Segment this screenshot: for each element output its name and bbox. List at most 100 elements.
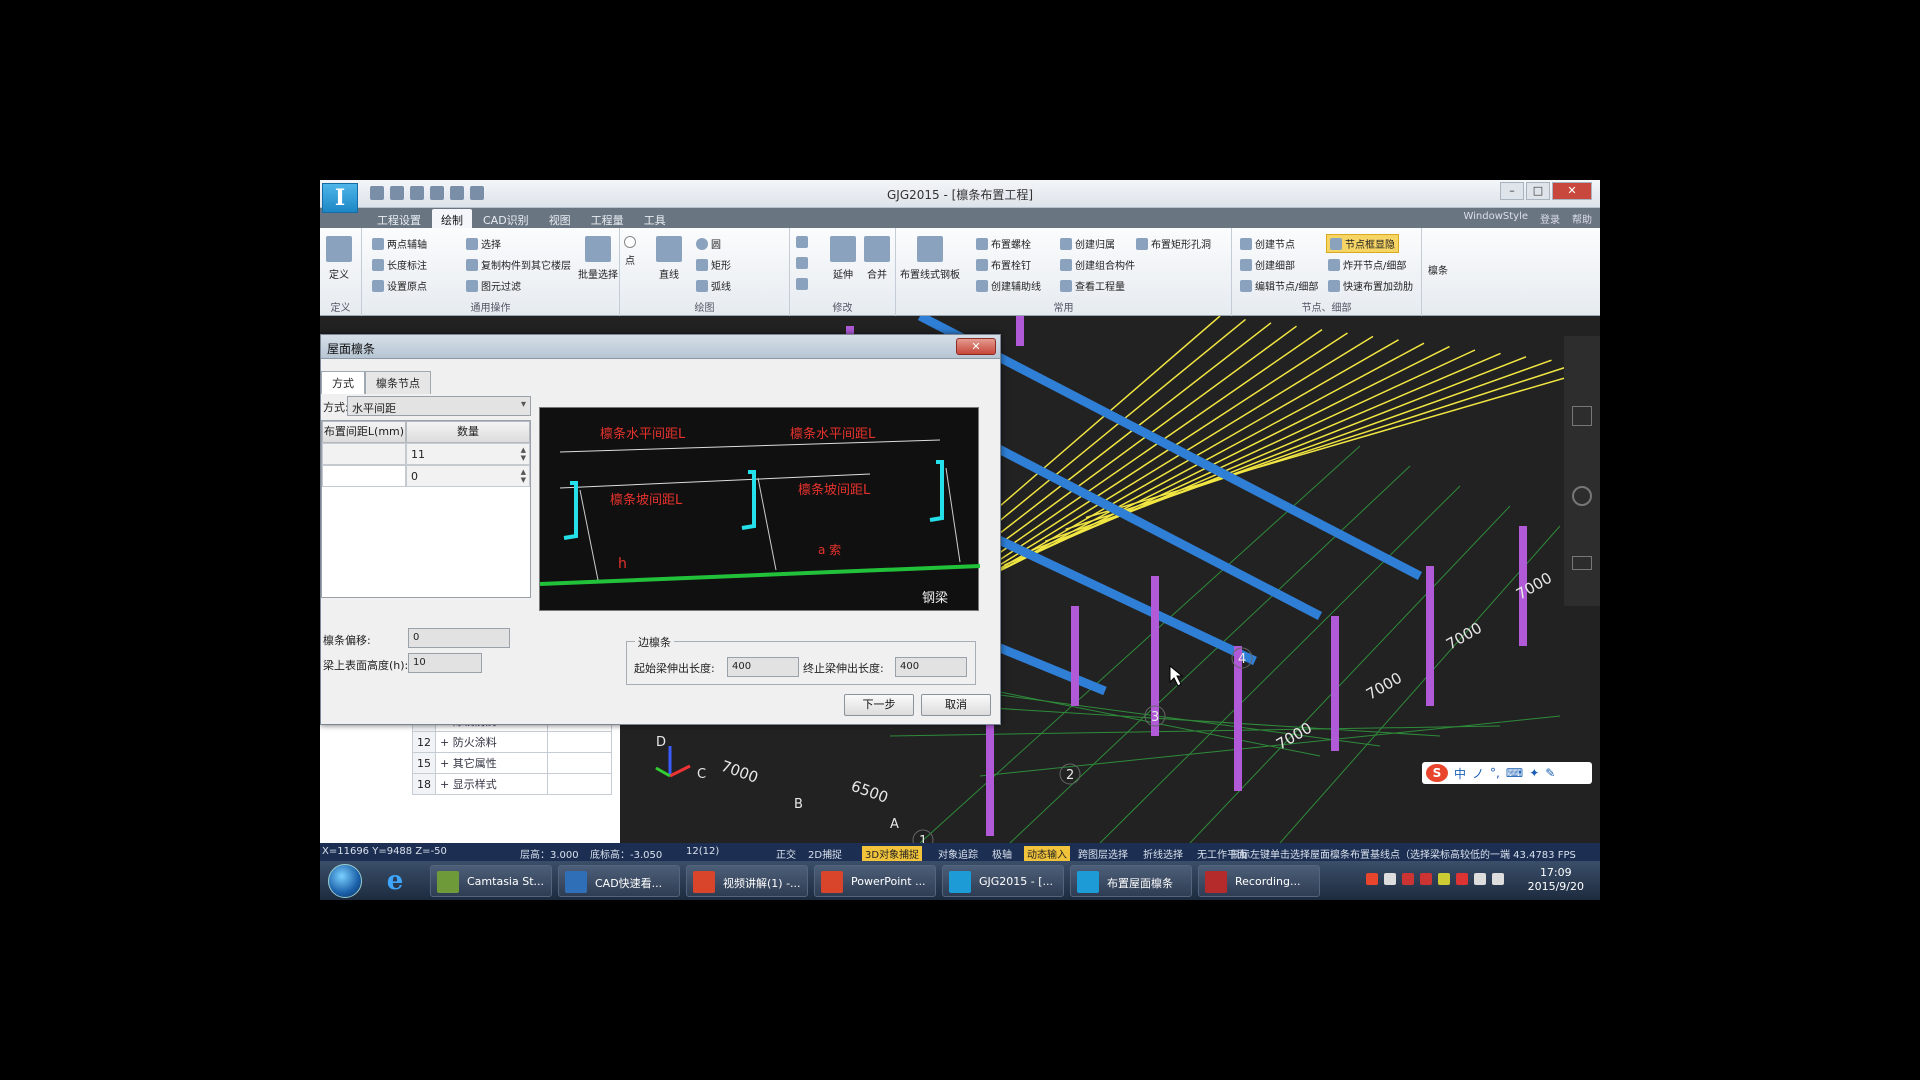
grid-row2-spacing[interactable] [322, 465, 406, 487]
volume-icon[interactable] [1492, 873, 1504, 885]
status-toggle[interactable]: 动态输入 [1024, 846, 1070, 861]
rect-hole-button[interactable]: 布置矩形孔洞 [1136, 236, 1211, 251]
network-icon[interactable] [1474, 873, 1486, 885]
two-point-axis-button[interactable]: 两点辅轴 [372, 236, 427, 251]
place-bolt-button[interactable]: 布置螺栓 [976, 236, 1031, 251]
grid-row2-count[interactable]: 0 ▲ ▼ [406, 465, 530, 487]
quick-stiffener-button[interactable]: 快速布置加劲肋 [1328, 278, 1413, 293]
status-toggle[interactable]: 对象追踪 [938, 846, 978, 861]
ime-punct[interactable]: °, [1490, 766, 1500, 780]
qq-tray-icon[interactable] [1402, 873, 1414, 885]
move-tool-button[interactable] [796, 278, 808, 290]
shield-icon[interactable] [1456, 873, 1468, 885]
show-hidden-icon[interactable] [1384, 873, 1396, 885]
create-detail-button[interactable]: 创建细部 [1240, 257, 1295, 272]
offset-input[interactable]: 0 [408, 628, 510, 648]
property-name[interactable]: + 其它属性 [435, 752, 548, 774]
element-filter-button[interactable]: 图元过滤 [466, 278, 521, 293]
create-node-button[interactable]: 创建节点 [1240, 236, 1295, 251]
length-dimension-button[interactable]: 长度标注 [372, 257, 427, 272]
window-style-menu[interactable]: WindowStyle [1463, 211, 1528, 226]
status-toggle[interactable]: 折线选择 [1143, 846, 1183, 861]
start-button[interactable] [328, 864, 362, 898]
internet-explorer-icon[interactable]: e [382, 868, 408, 894]
ime-toolbar[interactable]: S 中 ノ °, ⌨ ✦ ✎ [1422, 762, 1592, 784]
line-button[interactable]: 直线 [656, 236, 682, 281]
next-step-button[interactable]: 下一步 [844, 694, 914, 716]
start-extend-input[interactable]: 400 [727, 657, 799, 677]
taskbar-item[interactable]: Camtasia St... [430, 865, 552, 897]
expand-icon[interactable]: + [440, 736, 453, 749]
create-auxline-button[interactable]: 创建辅助线 [976, 278, 1041, 293]
taskbar-item[interactable]: 视频讲解(1) -... [686, 865, 808, 897]
arc-button[interactable]: 弧线 [696, 278, 731, 293]
tab-mode[interactable]: 方式 [321, 371, 365, 394]
ime-tools[interactable]: ✎ [1545, 766, 1555, 780]
mode-select[interactable]: 水平间距 [347, 396, 531, 416]
status-toggle[interactable]: 跨图层选择 [1078, 846, 1128, 861]
set-origin-button[interactable]: 设置原点 [372, 278, 427, 293]
property-value[interactable] [547, 731, 612, 753]
taskbar-item[interactable]: CAD快速看... [558, 865, 680, 897]
place-stud-button[interactable]: 布置栓钉 [976, 257, 1031, 272]
tab-purlin-node[interactable]: 檩条节点 [365, 371, 431, 394]
grid-row1-count[interactable]: 11 ▲ ▼ [406, 443, 530, 465]
select-button[interactable]: 选择 [466, 236, 501, 251]
pen-tool-button[interactable] [796, 236, 808, 248]
copy-to-floor-button[interactable]: 复制构件到其它楼层 [466, 257, 571, 272]
steel-deck-button[interactable]: 布置线式钢板 [900, 236, 960, 281]
taskbar-item[interactable]: PowerPoint ... [814, 865, 936, 897]
ime-keyboard[interactable]: ⌨ [1506, 766, 1523, 780]
layers-icon[interactable] [1572, 556, 1592, 570]
ime-moon[interactable]: ノ [1472, 765, 1484, 782]
expand-icon[interactable]: + [440, 757, 453, 770]
property-row[interactable]: 18 + 显示样式 [412, 773, 612, 795]
ime-skin[interactable]: ✦ [1529, 766, 1539, 780]
help-link[interactable]: 帮助 [1572, 211, 1592, 226]
cancel-button[interactable]: 取消 [921, 694, 991, 716]
mirror-tool-button[interactable] [796, 257, 808, 269]
taskbar-item[interactable]: GJG2015 - [... [942, 865, 1064, 897]
status-toggle[interactable]: 极轴 [992, 846, 1012, 861]
property-name[interactable]: + 显示样式 [435, 773, 548, 795]
create-ownership-button[interactable]: 创建归属 [1060, 236, 1115, 251]
status-toggle[interactable]: 2D捕捉 [808, 846, 842, 861]
merge-button[interactable]: 合并 [864, 236, 890, 281]
app-tray-icon[interactable] [1438, 873, 1450, 885]
ime-lang[interactable]: 中 [1454, 765, 1466, 782]
taskbar-item[interactable]: 布置屋面檩条 [1070, 865, 1192, 897]
status-toggle[interactable]: 3D对象捕捉 [862, 846, 923, 861]
minimize-button[interactable]: – [1500, 182, 1524, 200]
dialog-close-button[interactable]: ✕ [956, 338, 996, 355]
purlin-button[interactable]: 檩条 [1428, 262, 1448, 277]
property-row[interactable]: 12 + 防火涂料 [412, 731, 612, 753]
point-button[interactable]: 点 [624, 236, 636, 267]
circle-button[interactable]: 圆 [696, 236, 721, 251]
orbit-icon[interactable] [1572, 486, 1592, 506]
node-frame-toggle-button[interactable]: 节点框显隐 [1326, 234, 1399, 253]
property-name[interactable]: + 防火涂料 [435, 731, 548, 753]
property-value[interactable] [547, 752, 612, 774]
view-cube-icon[interactable] [1572, 406, 1592, 426]
create-assembly-button[interactable]: 创建组合构件 [1060, 257, 1135, 272]
sogou-tray-icon[interactable] [1366, 873, 1378, 885]
taskbar-item[interactable]: Recording... [1198, 865, 1320, 897]
explode-node-button[interactable]: 炸开节点/细部 [1328, 257, 1406, 272]
rectangle-button[interactable]: 矩形 [696, 257, 731, 272]
maximize-button[interactable]: □ [1526, 182, 1550, 200]
extend-button[interactable]: 延伸 [830, 236, 856, 281]
expand-icon[interactable]: + [440, 778, 453, 791]
property-row[interactable]: 15 + 其它属性 [412, 752, 612, 774]
login-link[interactable]: 登录 [1540, 211, 1560, 226]
close-window-button[interactable]: ✕ [1552, 182, 1592, 200]
view-quantity-button[interactable]: 查看工程量 [1060, 278, 1125, 293]
grid-row1-spacing[interactable] [322, 443, 406, 465]
batch-select-button[interactable]: 批量选择 [578, 236, 618, 281]
spinner-icon[interactable]: ▲ ▼ [521, 446, 526, 462]
height-input[interactable]: 10 [408, 653, 482, 673]
clock[interactable]: 17:09 2015/9/20 [1528, 866, 1584, 894]
spinner-icon[interactable]: ▲ ▼ [521, 468, 526, 484]
define-button[interactable]: 定义 [326, 236, 352, 281]
end-extend-input[interactable]: 400 [895, 657, 967, 677]
app-logo[interactable]: I [322, 183, 358, 213]
